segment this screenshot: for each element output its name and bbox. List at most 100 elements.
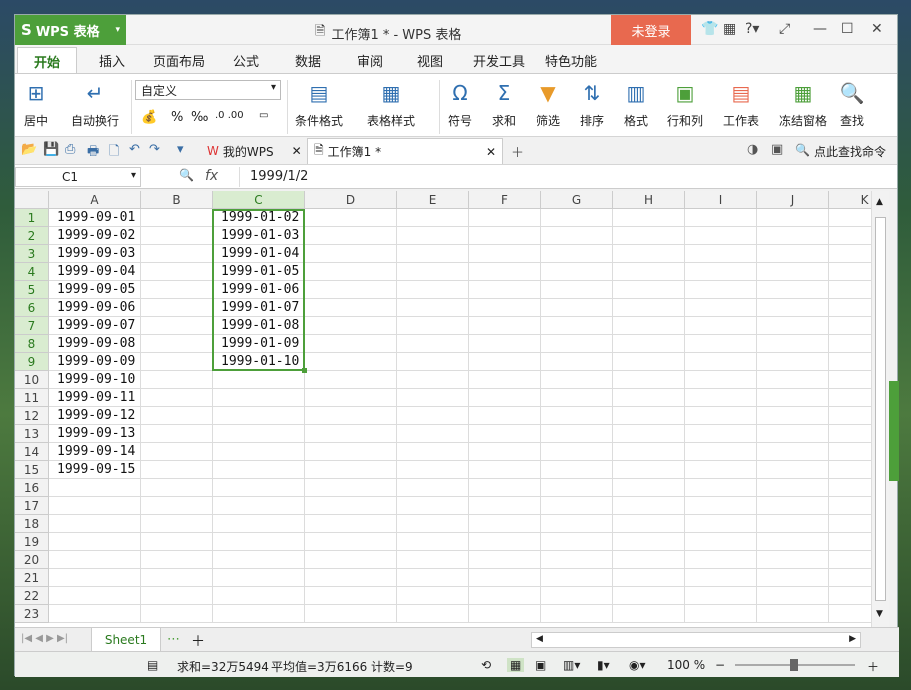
cell-c17[interactable] — [213, 497, 305, 515]
cell-d5[interactable] — [305, 281, 397, 299]
doc-tab-home[interactable]: W 我的WPS ✕ — [201, 138, 308, 164]
cell-i19[interactable] — [685, 533, 757, 551]
more-sheets-icon[interactable]: ⋯ — [167, 632, 180, 647]
cell-k11[interactable] — [829, 389, 871, 407]
freeze-panes-button[interactable]: ▦ 冻结窗格 — [779, 80, 827, 129]
cell-j14[interactable] — [757, 443, 829, 461]
scroll-thumb[interactable] — [875, 217, 886, 601]
cell-j22[interactable] — [757, 587, 829, 605]
cell-j11[interactable] — [757, 389, 829, 407]
row-header-5[interactable]: 5 — [15, 281, 49, 299]
column-header-k[interactable]: K — [829, 191, 871, 209]
cell-c8[interactable]: 1999-01-09 — [213, 335, 305, 353]
cell-j1[interactable] — [757, 209, 829, 227]
save-icon[interactable]: 💾 — [43, 142, 59, 157]
cell-f19[interactable] — [469, 533, 541, 551]
scroll-down-icon[interactable]: ▼ — [876, 609, 883, 619]
cell-c14[interactable] — [213, 443, 305, 461]
number-format-select[interactable]: 自定义 — [135, 80, 281, 100]
cell-k6[interactable] — [829, 299, 871, 317]
cell-g17[interactable] — [541, 497, 613, 515]
cell-f6[interactable] — [469, 299, 541, 317]
tab-review[interactable]: 审阅 — [357, 51, 383, 70]
cell-c5[interactable]: 1999-01-06 — [213, 281, 305, 299]
cell-g18[interactable] — [541, 515, 613, 533]
cell-k17[interactable] — [829, 497, 871, 515]
conditional-format-button[interactable]: ▤ 条件格式 — [295, 80, 343, 129]
cell-f3[interactable] — [469, 245, 541, 263]
sheet-tab[interactable]: Sheet1 — [91, 628, 161, 652]
cell-i4[interactable] — [685, 263, 757, 281]
cell-g9[interactable] — [541, 353, 613, 371]
cell-e4[interactable] — [397, 263, 469, 281]
cell-g6[interactable] — [541, 299, 613, 317]
cell-e10[interactable] — [397, 371, 469, 389]
zoom-level[interactable]: 100 % — [667, 658, 705, 672]
column-header-f[interactable]: F — [469, 191, 541, 209]
cell-g23[interactable] — [541, 605, 613, 623]
cell-h19[interactable] — [613, 533, 685, 551]
cell-j8[interactable] — [757, 335, 829, 353]
column-header-a[interactable]: A — [49, 191, 141, 209]
maximize-icon[interactable]: ☐ — [841, 21, 854, 37]
cell-g15[interactable] — [541, 461, 613, 479]
cell-d16[interactable] — [305, 479, 397, 497]
pdf-icon[interactable]: ⎙ — [65, 142, 75, 157]
view-layout-icon[interactable]: ▥▾ — [563, 658, 580, 672]
cell-e1[interactable] — [397, 209, 469, 227]
cell-b16[interactable] — [141, 479, 213, 497]
cell-a19[interactable] — [49, 533, 141, 551]
cell-k19[interactable] — [829, 533, 871, 551]
tab-data[interactable]: 数据 — [295, 51, 321, 70]
sheet-nav-icon[interactable]: |◀ ◀ ▶ ▶| — [21, 633, 68, 644]
row-header-21[interactable]: 21 — [15, 569, 49, 587]
cell-i15[interactable] — [685, 461, 757, 479]
view-grid-icon[interactable]: ▦ — [507, 658, 525, 672]
row-header-12[interactable]: 12 — [15, 407, 49, 425]
tab-page-layout[interactable]: 页面布局 — [153, 51, 205, 70]
cell-h23[interactable] — [613, 605, 685, 623]
cell-i16[interactable] — [685, 479, 757, 497]
cell-j7[interactable] — [757, 317, 829, 335]
cell-e15[interactable] — [397, 461, 469, 479]
app-menu-button[interactable]: S WPS 表格 ▾ — [15, 15, 126, 45]
cell-i12[interactable] — [685, 407, 757, 425]
cell-i2[interactable] — [685, 227, 757, 245]
cell-d2[interactable] — [305, 227, 397, 245]
cell-a3[interactable]: 1999-09-03 — [49, 245, 141, 263]
cell-j20[interactable] — [757, 551, 829, 569]
column-header-j[interactable]: J — [757, 191, 829, 209]
cell-c20[interactable] — [213, 551, 305, 569]
cell-i13[interactable] — [685, 425, 757, 443]
cell-h1[interactable] — [613, 209, 685, 227]
cell-f21[interactable] — [469, 569, 541, 587]
cell-f10[interactable] — [469, 371, 541, 389]
cell-e23[interactable] — [397, 605, 469, 623]
cell-b20[interactable] — [141, 551, 213, 569]
view-page-icon[interactable]: ▣ — [535, 658, 546, 672]
cell-h4[interactable] — [613, 263, 685, 281]
zoom-icon[interactable]: 🔍 — [179, 168, 194, 182]
row-header-2[interactable]: 2 — [15, 227, 49, 245]
cell-i18[interactable] — [685, 515, 757, 533]
side-panel-toggle[interactable] — [889, 381, 899, 481]
cell-i8[interactable] — [685, 335, 757, 353]
cell-a1[interactable]: 1999-09-01 — [49, 209, 141, 227]
cell-h14[interactable] — [613, 443, 685, 461]
toolbar-icon[interactable]: ◑ — [747, 142, 758, 157]
table-style-button[interactable]: ▦ 表格样式 — [367, 80, 415, 129]
cell-g3[interactable] — [541, 245, 613, 263]
increase-decimal-icon[interactable]: .0 .00 — [215, 110, 244, 121]
cell-e16[interactable] — [397, 479, 469, 497]
cell-i9[interactable] — [685, 353, 757, 371]
minimize-icon[interactable]: — — [813, 21, 827, 37]
cell-f4[interactable] — [469, 263, 541, 281]
worksheet-button[interactable]: ▤ 工作表 — [723, 80, 759, 129]
cell-j15[interactable] — [757, 461, 829, 479]
cell-c7[interactable]: 1999-01-08 — [213, 317, 305, 335]
cell-f18[interactable] — [469, 515, 541, 533]
cell-k4[interactable] — [829, 263, 871, 281]
row-header-15[interactable]: 15 — [15, 461, 49, 479]
cell-k13[interactable] — [829, 425, 871, 443]
cell-a18[interactable] — [49, 515, 141, 533]
